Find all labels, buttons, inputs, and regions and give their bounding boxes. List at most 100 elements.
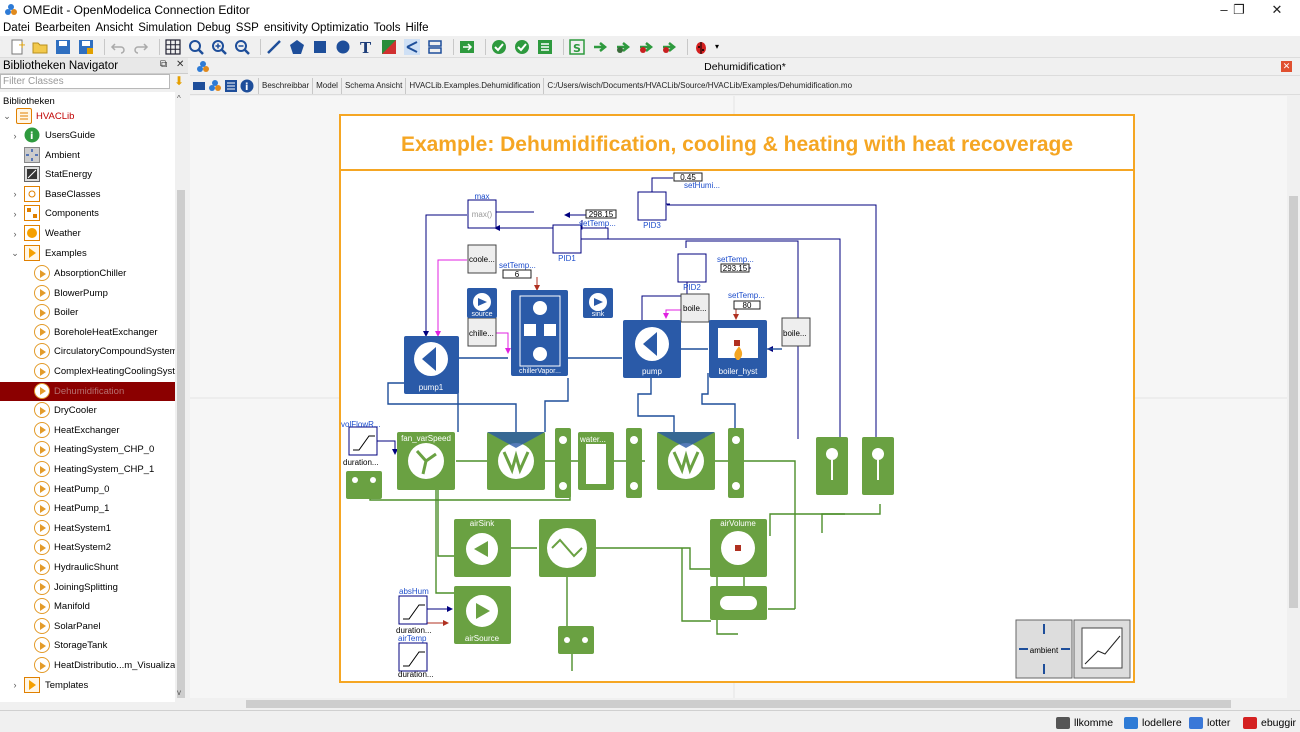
expand-arrow-icon[interactable]: › bbox=[10, 189, 20, 199]
perspective-modeling[interactable]: lodellere bbox=[1124, 715, 1182, 731]
source-block[interactable]: source bbox=[467, 288, 497, 318]
menu-ansicht[interactable]: Ansicht bbox=[95, 22, 133, 34]
tab-schema-ansicht[interactable]: Schema Ansicht bbox=[340, 77, 405, 94]
open-folder-icon[interactable] bbox=[31, 38, 49, 56]
zoom-fit-icon[interactable] bbox=[187, 38, 205, 56]
menu-datei[interactable]: Datei bbox=[3, 22, 30, 34]
simulate-arrow-icon[interactable] bbox=[591, 38, 609, 56]
air-source-block[interactable]: airSource bbox=[454, 586, 511, 644]
tab-beschreibbar[interactable]: Beschreibbar bbox=[258, 77, 312, 94]
icon-view-icon[interactable] bbox=[192, 79, 206, 93]
pid2-block[interactable] bbox=[677, 253, 707, 283]
menu-tools[interactable]: Tools bbox=[374, 22, 401, 34]
menu-ssp[interactable]: SSP bbox=[236, 22, 259, 34]
check-all-icon[interactable] bbox=[513, 38, 531, 56]
rectangle-tool-icon[interactable] bbox=[311, 38, 329, 56]
tree-example-item[interactable]: HeatingSystem_CHP_1 bbox=[0, 460, 175, 479]
save-icon[interactable] bbox=[54, 38, 72, 56]
polygon-tool-icon[interactable] bbox=[288, 38, 306, 56]
perspective-plotting[interactable]: lotter bbox=[1189, 715, 1230, 731]
grid-icon[interactable] bbox=[164, 38, 182, 56]
tree-item-base-classes[interactable]: › BaseClasses bbox=[0, 185, 175, 204]
tree-item-templates[interactable]: › Templates bbox=[0, 676, 175, 695]
tree-example-item[interactable]: StorageTank bbox=[0, 636, 175, 655]
expand-arrow-icon[interactable]: ⌄ bbox=[2, 111, 12, 122]
text-tool-icon[interactable]: T bbox=[357, 38, 375, 56]
tree-example-item[interactable]: DryCooler bbox=[0, 401, 175, 420]
tree-example-item[interactable]: HeatDistributio...m_Visualization bbox=[0, 656, 175, 675]
scroll-down-icon[interactable]: v bbox=[177, 688, 181, 697]
bitmap-tool-icon[interactable] bbox=[380, 38, 398, 56]
canvas-vertical-scrollbar[interactable] bbox=[1287, 96, 1300, 698]
close-button[interactable]: ✕ bbox=[1254, 0, 1300, 20]
tree-example-item[interactable]: CirculatoryCompoundSystem bbox=[0, 342, 175, 361]
close-document-icon[interactable]: ✕ bbox=[1281, 61, 1292, 72]
pump-block[interactable]: pump bbox=[623, 320, 681, 378]
simulate-debugger-icon[interactable] bbox=[614, 38, 632, 56]
menu-debug[interactable]: Debug bbox=[197, 22, 231, 34]
info-icon[interactable]: i bbox=[240, 79, 254, 93]
sensor-pair-bottom[interactable] bbox=[558, 626, 594, 654]
diagram-canvas[interactable]: Example: Dehumidification, cooling & hea… bbox=[190, 96, 1287, 698]
tree-example-item[interactable]: HeatSystem1 bbox=[0, 519, 175, 538]
tree-item-ambient[interactable]: Ambient bbox=[0, 146, 175, 165]
tree-example-item[interactable]: HeatPump_1 bbox=[0, 499, 175, 518]
tree-example-item[interactable]: HeatExchanger bbox=[0, 421, 175, 440]
tree-example-item[interactable]: Manifold bbox=[0, 597, 175, 616]
tree-example-item[interactable]: ComplexHeatingCoolingSystem bbox=[0, 362, 175, 381]
tree-example-item[interactable]: AbsorptionChiller bbox=[0, 264, 175, 283]
tree-example-item[interactable]: JoiningSplitting bbox=[0, 578, 175, 597]
chevron-down-icon[interactable]: ▾ bbox=[715, 42, 719, 51]
tab-model[interactable]: Model bbox=[312, 77, 341, 94]
tab-file-path[interactable]: C:/Users/wisch/Documents/HVACLib/Source/… bbox=[543, 77, 855, 94]
zoom-in-icon[interactable] bbox=[210, 38, 228, 56]
tree-example-item[interactable]: Boiler bbox=[0, 303, 175, 322]
connect-mode-icon[interactable] bbox=[403, 38, 421, 56]
scrollbar-thumb[interactable] bbox=[177, 190, 185, 698]
water-separator-block[interactable]: water... bbox=[578, 432, 614, 490]
redo-icon[interactable] bbox=[132, 38, 150, 56]
boiler-block[interactable]: boiler_hyst bbox=[709, 320, 767, 378]
sensor-pair-left[interactable] bbox=[346, 471, 382, 499]
save-all-icon[interactable] bbox=[77, 38, 95, 56]
fan-block[interactable]: fan_varSpeed bbox=[397, 432, 455, 490]
filter-arrow-icon[interactable]: ⬇ bbox=[172, 74, 186, 89]
library-tree-scrollbar[interactable]: ^ v bbox=[175, 92, 187, 702]
tree-example-item[interactable]: HeatingSystem_CHP_0 bbox=[0, 440, 175, 459]
simulate-icon[interactable]: S bbox=[568, 38, 586, 56]
heat-recovery-block[interactable] bbox=[539, 519, 596, 577]
diagram-view-icon[interactable] bbox=[208, 79, 222, 93]
perspective-debugging[interactable]: ebuggir bbox=[1243, 715, 1296, 731]
tree-example-item[interactable]: BlowerPump bbox=[0, 284, 175, 303]
tree-item-weather[interactable]: › Weather bbox=[0, 224, 175, 243]
tree-item-components[interactable]: › Components bbox=[0, 204, 175, 223]
scroll-up-icon[interactable]: ^ bbox=[177, 94, 181, 103]
pump1-block[interactable]: pump1 bbox=[404, 336, 459, 394]
expand-arrow-icon[interactable]: › bbox=[10, 209, 20, 219]
simulate-animation-icon[interactable] bbox=[660, 38, 678, 56]
tree-item-stat-energy[interactable]: StatEnergy bbox=[0, 165, 175, 184]
canvas-horizontal-scrollbar[interactable] bbox=[190, 698, 1287, 710]
line-tool-icon[interactable] bbox=[265, 38, 283, 56]
menu-hilfe[interactable]: Hilfe bbox=[405, 22, 428, 34]
tree-item-examples[interactable]: ⌄ Examples bbox=[0, 244, 175, 263]
expand-arrow-icon[interactable]: › bbox=[10, 131, 20, 141]
instantiate-model-icon[interactable] bbox=[536, 38, 554, 56]
tree-example-item[interactable]: Dehumidification bbox=[0, 381, 175, 401]
air-volume-block[interactable]: airVolume bbox=[710, 519, 767, 577]
filter-classes-input[interactable]: Filter Classes bbox=[0, 74, 170, 89]
tree-example-item[interactable]: SolarPanel bbox=[0, 617, 175, 636]
new-file-icon[interactable]: + bbox=[8, 38, 26, 56]
tree-example-item[interactable]: HeatSystem2 bbox=[0, 538, 175, 557]
text-view-icon[interactable] bbox=[224, 79, 238, 93]
undo-icon[interactable] bbox=[109, 38, 127, 56]
menu-sensitivity-optimization[interactable]: ensitivity Optimizatio bbox=[264, 22, 369, 34]
expand-arrow-icon[interactable]: › bbox=[10, 680, 20, 690]
tree-item-users-guide[interactable]: › i UsersGuide bbox=[0, 126, 175, 145]
chiller-block[interactable]: chillerVapor... bbox=[511, 290, 568, 376]
pid1-block[interactable] bbox=[552, 224, 582, 254]
cooler-coil-block[interactable] bbox=[487, 432, 545, 490]
tree-example-item[interactable]: HeatPump_0 bbox=[0, 480, 175, 499]
tree-example-item[interactable]: HydraulicShunt bbox=[0, 558, 175, 577]
expand-arrow-icon[interactable]: ⌄ bbox=[10, 248, 20, 259]
